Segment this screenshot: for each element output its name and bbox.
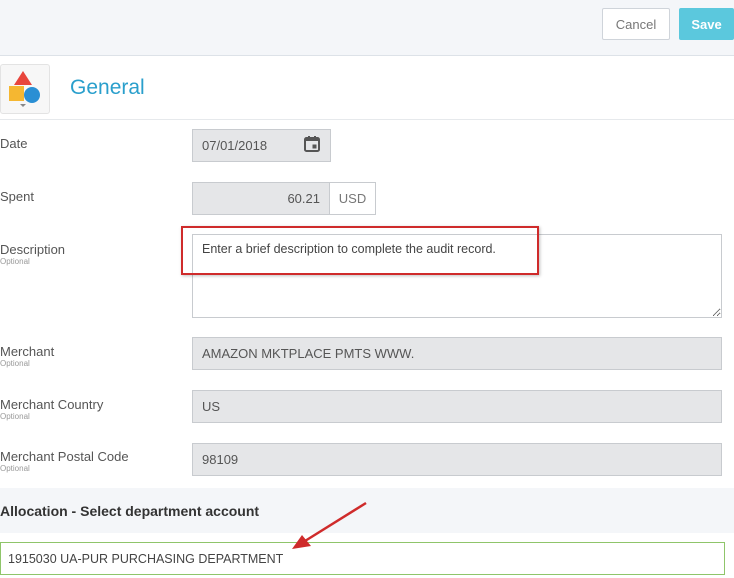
allocation-account-field[interactable]: 1915030 UA-PUR PURCHASING DEPARTMENT [0,542,725,575]
spent-field[interactable]: 60.21 [192,182,330,215]
allocation-title: Allocation - Select department account [0,503,260,519]
merchant-label: Merchant Optional [0,344,54,368]
description-optional-hint: Optional [0,257,30,266]
merchant-postal-code-label-text: Merchant Postal Code [0,449,129,464]
top-toolbar: Cancel Save [0,0,734,56]
merchant-country-value: US [202,399,221,414]
merchant-label-text: Merchant [0,344,55,359]
spent-value: 60.21 [287,191,320,206]
date-value: 07/01/2018 [202,138,268,153]
merchant-postal-code-optional-hint: Optional [0,464,30,473]
section-title: General [70,76,145,99]
description-textarea[interactable]: Enter a brief description to complete th… [192,234,722,318]
shapes-icon [0,64,50,114]
date-label-text: Date [0,136,28,151]
merchant-postal-code-label: Merchant Postal Code Optional [0,449,129,473]
merchant-country-label: Merchant Country Optional [0,397,103,421]
merchant-country-label-text: Merchant Country [0,397,104,412]
description-label: Description Optional [0,242,65,266]
calendar-icon[interactable] [303,135,321,156]
merchant-postal-code-value: 98109 [202,452,239,467]
date-label: Date [0,136,27,151]
save-button[interactable]: Save [679,8,734,40]
allocation-account-value: 1915030 UA-PUR PURCHASING DEPARTMENT [8,551,284,566]
merchant-country-optional-hint: Optional [0,412,30,421]
merchant-value: AMAZON MKTPLACE PMTS WWW. [202,346,415,361]
currency-addon: USD [330,182,376,215]
header-divider [0,119,734,120]
spent-label-text: Spent [0,189,34,204]
date-field[interactable]: 07/01/2018 [192,129,331,162]
merchant-postal-code-field[interactable]: 98109 [192,443,722,476]
description-label-text: Description [0,242,66,257]
merchant-field[interactable]: AMAZON MKTPLACE PMTS WWW. [192,337,722,370]
merchant-optional-hint: Optional [0,359,30,368]
cancel-button[interactable]: Cancel [602,8,670,40]
spent-label: Spent [0,189,34,204]
merchant-country-field[interactable]: US [192,390,722,423]
